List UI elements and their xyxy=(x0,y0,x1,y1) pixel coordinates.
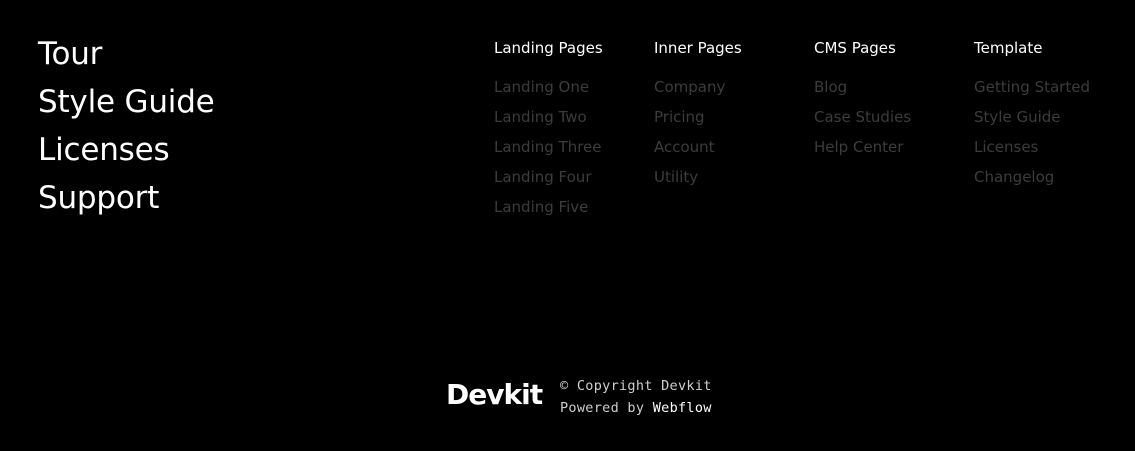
footer-link[interactable]: Style Guide xyxy=(974,102,1090,132)
nav-style-guide-link[interactable]: Style Guide xyxy=(38,78,215,126)
footer-link[interactable]: Landing Three xyxy=(494,132,603,162)
template-column: Template Getting Started Style Guide Lic… xyxy=(974,36,1090,192)
nav-licenses-link[interactable]: Licenses xyxy=(38,126,215,174)
main-nav: Tour Style Guide Licenses Support xyxy=(38,30,215,222)
column-title: CMS Pages xyxy=(814,39,896,57)
column-title: Landing Pages xyxy=(494,39,603,57)
inner-pages-column: Inner Pages Company Pricing Account Util… xyxy=(654,36,742,192)
column-title: Template xyxy=(974,39,1043,57)
footer-link[interactable]: Changelog xyxy=(974,162,1090,192)
footer-link[interactable]: Getting Started xyxy=(974,72,1090,102)
footer-link[interactable]: Landing One xyxy=(494,72,603,102)
devkit-logo[interactable]: Devkit xyxy=(446,378,543,411)
cms-pages-column: CMS Pages Blog Case Studies Help Center xyxy=(814,36,911,162)
footer-link[interactable]: Blog xyxy=(814,72,911,102)
nav-tour-link[interactable]: Tour xyxy=(38,30,215,78)
copyright-text: © Copyright Devkit xyxy=(560,378,712,394)
footer-link[interactable]: Licenses xyxy=(974,132,1090,162)
footer-meta: © Copyright Devkit Powered by Webflow xyxy=(560,375,712,419)
footer-link[interactable]: Company xyxy=(654,72,742,102)
footer-link[interactable]: Landing Four xyxy=(494,162,603,192)
powered-by-line: Powered by Webflow xyxy=(560,397,712,419)
footer-link[interactable]: Landing Five xyxy=(494,192,603,222)
landing-pages-column: Landing Pages Landing One Landing Two La… xyxy=(494,36,603,222)
footer-link[interactable]: Case Studies xyxy=(814,102,911,132)
footer-link[interactable]: Pricing xyxy=(654,102,742,132)
powered-by-prefix: Powered by xyxy=(560,400,653,416)
footer-link[interactable]: Landing Two xyxy=(494,102,603,132)
webflow-link[interactable]: Webflow xyxy=(653,400,712,416)
column-title: Inner Pages xyxy=(654,39,742,57)
footer-link[interactable]: Help Center xyxy=(814,132,911,162)
nav-support-link[interactable]: Support xyxy=(38,174,215,222)
footer-link[interactable]: Account xyxy=(654,132,742,162)
footer-link[interactable]: Utility xyxy=(654,162,742,192)
